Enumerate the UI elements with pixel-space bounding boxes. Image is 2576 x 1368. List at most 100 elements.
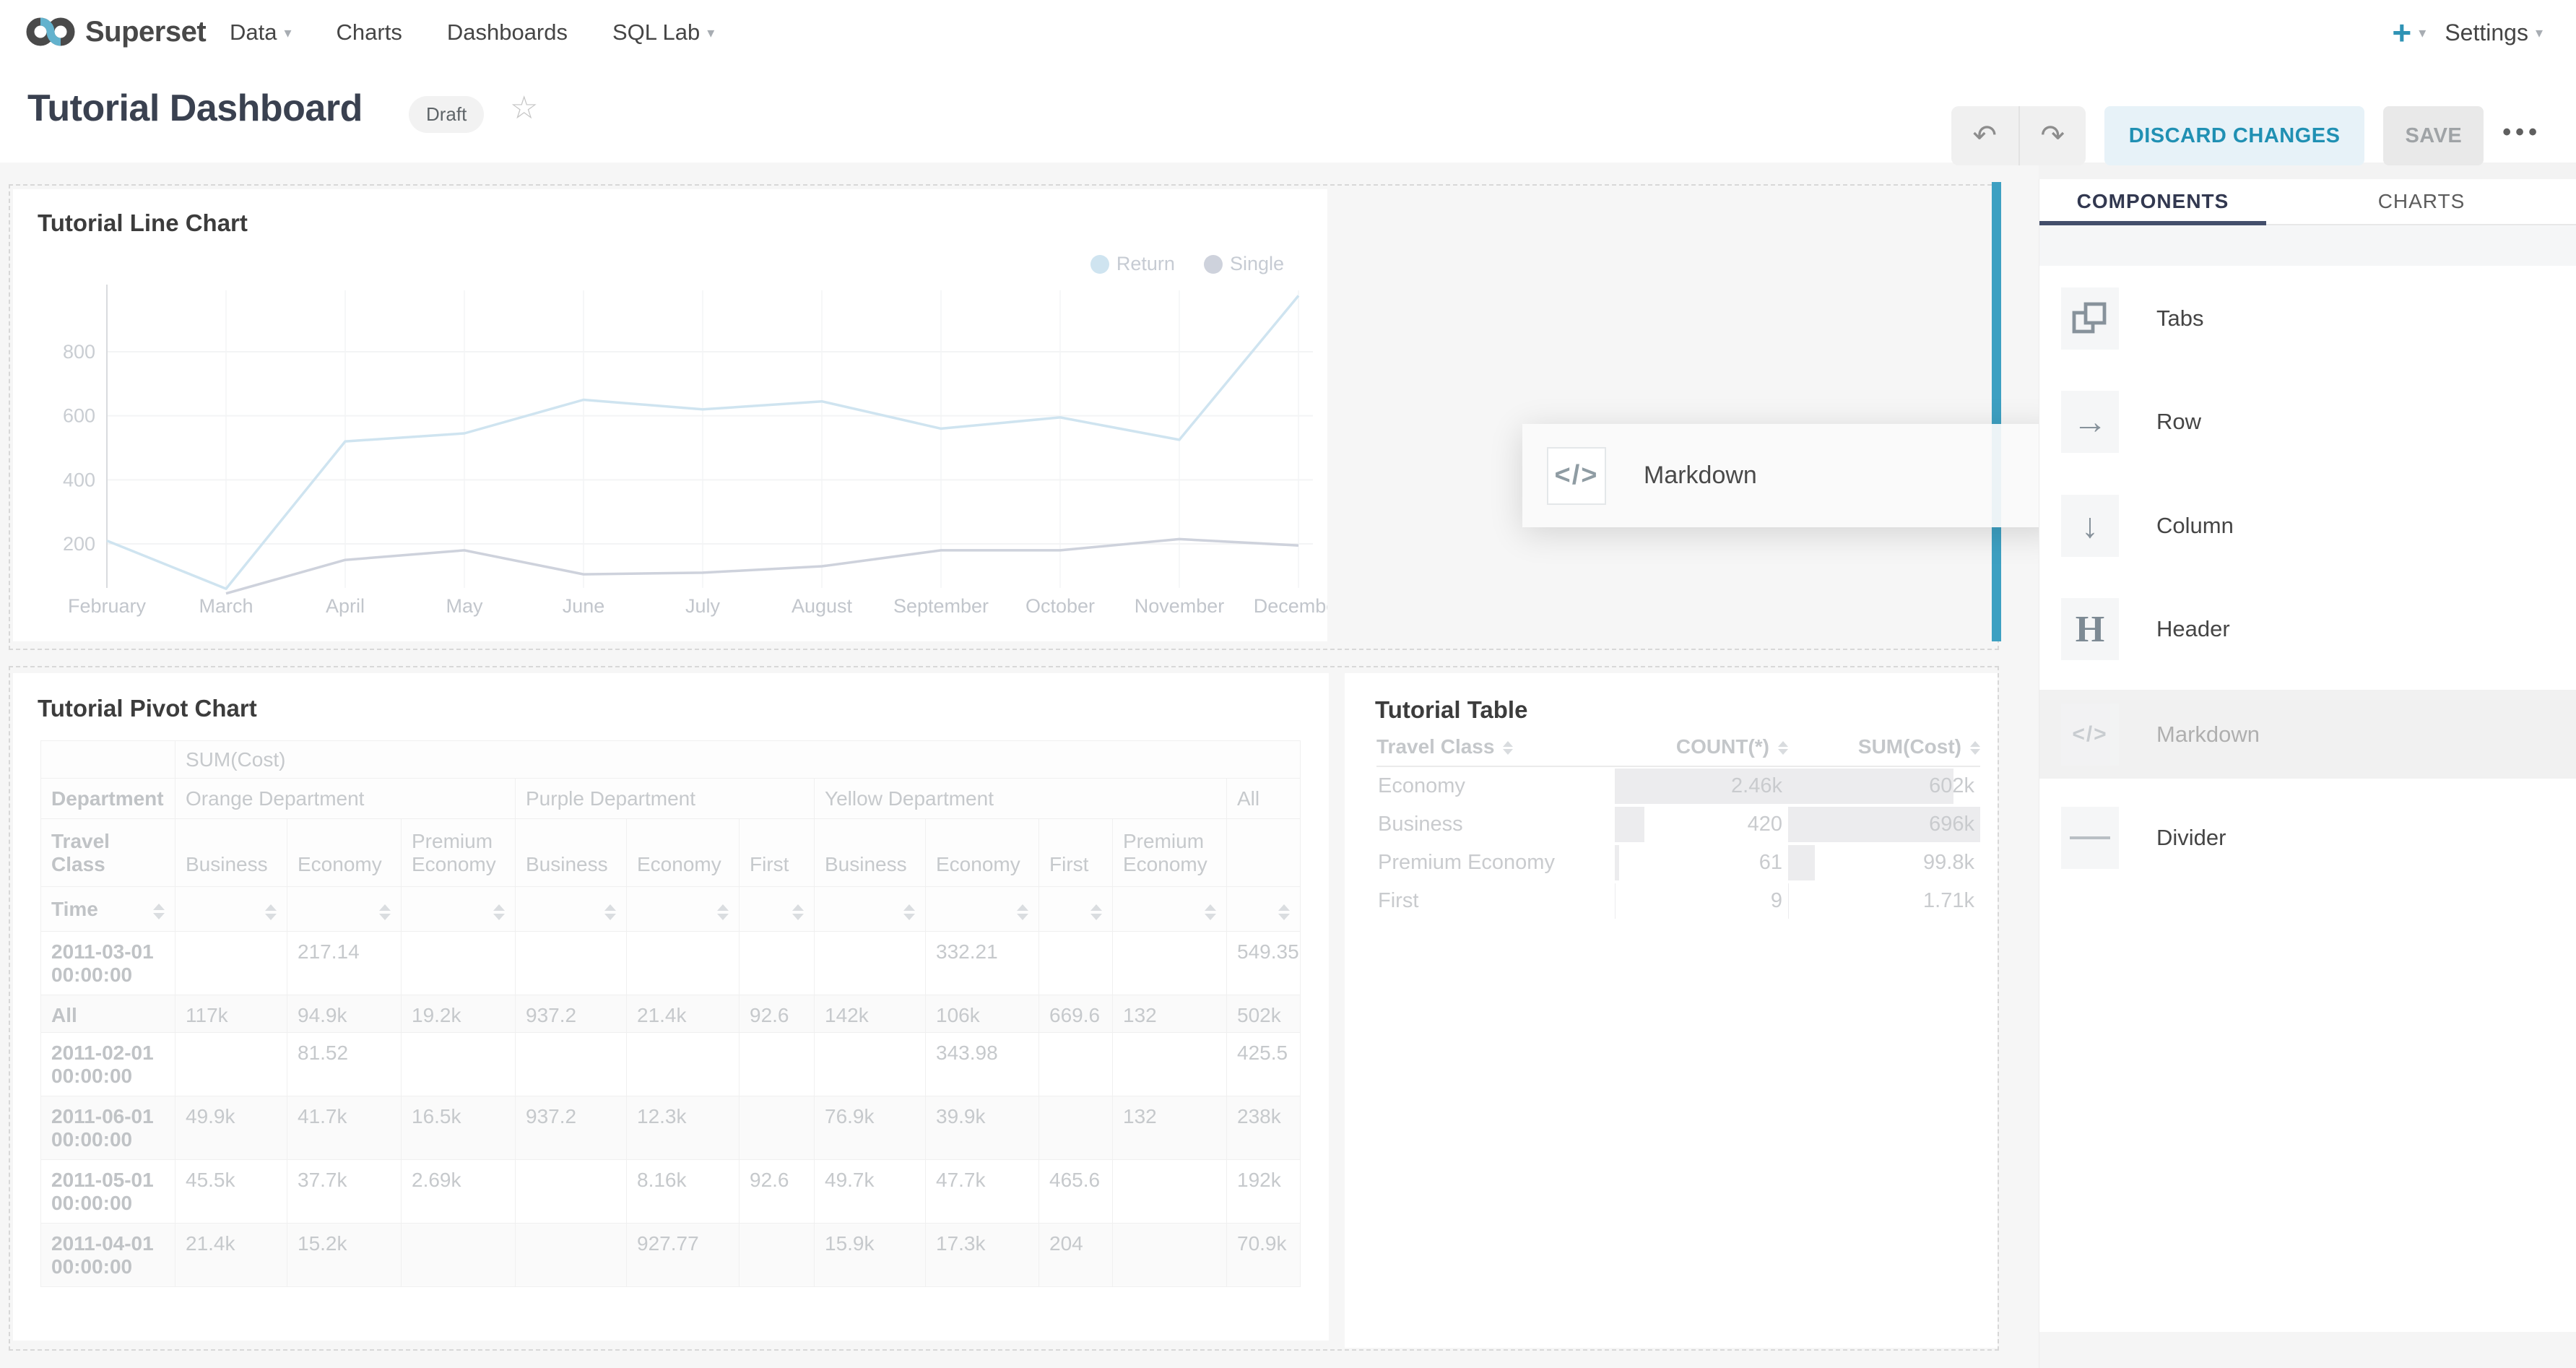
pivot-department-row: DepartmentOrange DepartmentPurple Depart… (41, 779, 1301, 819)
sidebar-item-column[interactable]: ↓ Column (2039, 482, 2576, 569)
column-arrow-icon: ↓ (2061, 495, 2119, 557)
pivot-table: SUM(Cost)DepartmentOrange DepartmentPurp… (40, 740, 1301, 1287)
svg-text:September: September (893, 595, 989, 617)
nav-item-data[interactable]: Data▾ (230, 20, 292, 46)
markdown-code-icon: </> (1547, 447, 1606, 505)
sidebar-item-divider[interactable]: Divider (2039, 795, 2576, 881)
discard-changes-button[interactable]: DISCARD CHANGES (2104, 106, 2365, 165)
infinity-logo-icon (26, 9, 75, 55)
favorite-star-icon[interactable]: ☆ (510, 90, 538, 126)
column-header-travel-class[interactable]: Travel Class (1376, 735, 1615, 758)
sort-icon[interactable] (1205, 904, 1216, 920)
sort-icon[interactable] (792, 904, 804, 920)
table-header-row: Travel ClassCOUNT(*)SUM(Cost) (1376, 728, 1980, 767)
table-row: Economy2.46k602k (1376, 767, 1980, 805)
dashboard-title[interactable]: Tutorial Dashboard (27, 87, 363, 130)
tabs-icon (2061, 287, 2119, 350)
dashboard-canvas: Tutorial Line Chart ReturnSingle 2004006… (0, 163, 2039, 1368)
divider-line-icon (2061, 807, 2119, 869)
tab-components[interactable]: COMPONENTS (2039, 179, 2266, 224)
nav-item-label: Charts (337, 20, 402, 46)
sidebar-item-label: Divider (2156, 825, 2226, 851)
nav-item-charts[interactable]: Charts (337, 20, 402, 46)
sort-icon (1503, 741, 1513, 755)
dashboard-header: Tutorial Dashboard Draft ☆ ↶ ↷ DISCARD C… (0, 65, 2576, 163)
nav-item-label: Dashboards (447, 20, 568, 46)
sort-icon[interactable] (717, 904, 729, 920)
sidebar-item-label: Tabs (2156, 306, 2203, 332)
pivot-table-grid: SUM(Cost)DepartmentOrange DepartmentPurp… (40, 740, 1301, 1287)
sidebar-item-tabs[interactable]: Tabs (2039, 275, 2576, 362)
svg-text:February: February (68, 595, 147, 617)
undo-redo-group: ↶ ↷ (1951, 106, 2086, 165)
nav-item-dashboards[interactable]: Dashboards (447, 20, 568, 46)
sort-icon[interactable] (153, 904, 165, 919)
draft-badge: Draft (409, 96, 484, 133)
sidebar-item-label: Column (2156, 513, 2234, 539)
nav-item-sql-lab[interactable]: SQL Lab▾ (612, 20, 714, 46)
sort-icon (1970, 741, 1980, 755)
chevron-down-icon: ▾ (2536, 24, 2543, 42)
superset-logo[interactable]: Superset (26, 9, 206, 55)
line-chart-plot: 200400600800FebruaryMarchAprilMayJuneJul… (13, 189, 1327, 641)
sidebar-item-row[interactable]: → Row (2039, 378, 2576, 465)
row-arrow-icon: → (2061, 391, 2119, 453)
tutorial-table-card[interactable]: Tutorial Table Travel ClassCOUNT(*)SUM(C… (1345, 673, 1998, 1348)
header-h-icon: H (2061, 598, 2119, 660)
pivot-data-row: 2011-05-01 00:00:0045.5k37.7k2.69k8.16k9… (41, 1160, 1301, 1224)
sort-icon[interactable] (265, 904, 277, 920)
pivot-data-row: All117k94.9k19.2k937.221.4k92.6142k106k6… (41, 995, 1301, 1033)
table-row: Premium Economy6199.8k (1376, 844, 1980, 882)
column-header-sum-cost[interactable]: SUM(Cost) (1788, 735, 1980, 758)
sort-icon[interactable] (604, 904, 616, 920)
svg-text:400: 400 (63, 469, 95, 490)
markdown-code-icon: </> (2061, 704, 2119, 766)
sidebar-item-label: Row (2156, 409, 2201, 435)
tutorial-line-chart-card[interactable]: Tutorial Line Chart ReturnSingle 2004006… (13, 189, 1327, 641)
pivot-data-row: 2011-03-01 00:00:00217.14332.21549.35 (41, 932, 1301, 995)
chart-title[interactable]: Tutorial Pivot Chart (38, 695, 257, 722)
brand-name: Superset (85, 16, 206, 48)
builder-sidebar: COMPONENTSCHARTS Tabs → Row ↓ Column HHeader <… (2039, 179, 2576, 1368)
sort-icon[interactable] (903, 904, 915, 920)
new-item-button[interactable]: + ▾ (2392, 16, 2426, 49)
svg-text:October: October (1025, 595, 1095, 617)
pivot-data-row: 2011-04-01 00:00:0021.4k15.2k927.7715.9k… (41, 1224, 1301, 1287)
svg-text:April: April (326, 595, 365, 617)
nav-item-label: Data (230, 20, 277, 46)
svg-text:May: May (446, 595, 483, 617)
drop-target-indicator (1992, 182, 2001, 641)
sort-icon[interactable] (1017, 904, 1028, 920)
svg-text:December: December (1254, 595, 1327, 617)
nav-menu: Data▾ Charts Dashboards SQL Lab▾ (230, 0, 714, 65)
redo-button[interactable]: ↷ (2018, 106, 2086, 165)
table-row: Business420696k (1376, 805, 1980, 844)
sort-icon[interactable] (1278, 904, 1290, 920)
dragged-markdown-component[interactable]: </> Markdown (1522, 424, 2062, 527)
svg-text:March: March (199, 595, 253, 617)
top-navbar: Superset Data▾ChartsDashboardsSQL Lab▾ +… (0, 0, 2576, 65)
sidebar-item-header[interactable]: HHeader (2039, 586, 2576, 672)
settings-menu[interactable]: Settings ▾ (2445, 20, 2543, 46)
svg-text:August: August (792, 595, 853, 617)
sort-icon[interactable] (493, 904, 505, 920)
sidebar-item-label: Markdown (2156, 722, 2260, 748)
svg-text:June: June (563, 595, 605, 617)
chart-title[interactable]: Tutorial Table (1375, 696, 1527, 724)
save-button[interactable]: SAVE (2383, 106, 2484, 165)
svg-text:800: 800 (63, 341, 95, 363)
table-row: First91.71k (1376, 882, 1980, 920)
header-actions: ↶ ↷ DISCARD CHANGES SAVE ••• (1951, 106, 2541, 165)
sidebar-tabs: COMPONENTSCHARTS (2039, 179, 2576, 225)
svg-text:200: 200 (63, 533, 95, 555)
data-table: Travel ClassCOUNT(*)SUM(Cost)Economy2.46… (1376, 728, 1980, 920)
chevron-down-icon: ▾ (2419, 24, 2426, 42)
undo-button[interactable]: ↶ (1951, 106, 2018, 165)
sort-icon[interactable] (1090, 904, 1102, 920)
sort-icon[interactable] (379, 904, 391, 920)
tab-charts[interactable]: CHARTS (2266, 179, 2576, 224)
sidebar-item-markdown[interactable]: </> Markdown (2039, 690, 2576, 779)
tutorial-pivot-chart-card[interactable]: Tutorial Pivot Chart SUM(Cost)Department… (13, 673, 1329, 1341)
column-header-count[interactable]: COUNT(*) (1615, 735, 1788, 758)
more-options-icon[interactable]: ••• (2502, 118, 2541, 154)
